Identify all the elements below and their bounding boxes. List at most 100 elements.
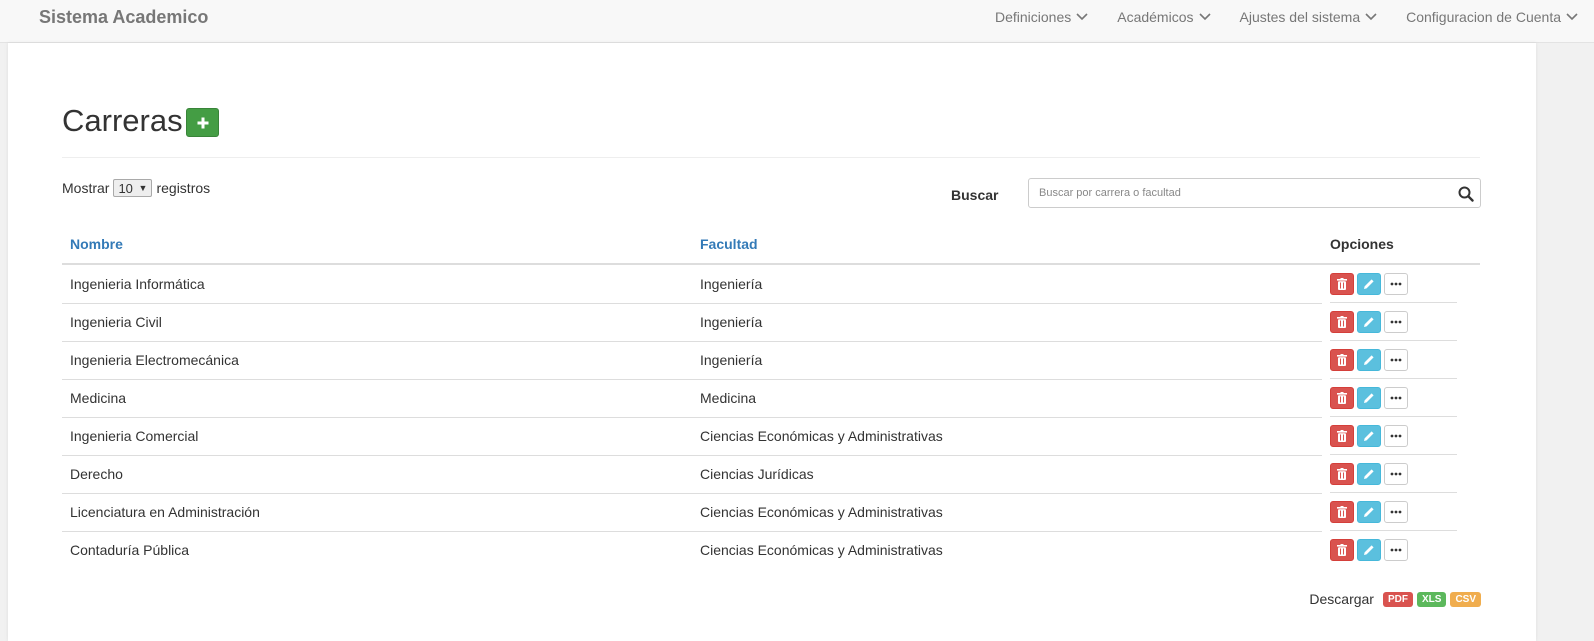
table-header-row: Nombre Facultad Opciones [62,225,1480,265]
page-length-select[interactable]: 10 ▼ [113,179,153,197]
trash-icon [1337,505,1347,518]
page-length-value: 10 [118,180,133,196]
delete-button[interactable] [1330,462,1354,485]
column-header-facultad[interactable]: Facultad [692,225,1322,265]
cell-opciones [1322,455,1480,493]
trash-icon [1337,429,1347,442]
app-brand[interactable]: Sistema Academico [39,7,208,28]
pencil-icon [1364,392,1374,403]
top-navbar: Sistema Academico Definiciones Académico… [0,0,1594,43]
page-length-control: Mostrar 10 ▼ registros [62,179,210,197]
plus-icon [197,117,208,128]
chevron-down-icon [1365,13,1377,21]
table-row: Ingenieria Civil Ingeniería [62,303,1480,342]
cell-nombre: Ingenieria Electromecánica [62,341,692,380]
trash-icon [1337,353,1347,366]
pencil-icon [1364,430,1374,441]
nav-item-academicos[interactable]: Académicos [1117,9,1211,25]
nav-item-label: Configuracion de Cuenta [1406,9,1561,25]
nav-item-label: Definiciones [994,9,1072,25]
cell-nombre: Derecho [62,455,692,494]
ellipsis-icon [1390,396,1402,399]
download-bar: Descargar PDF XLS CSV [1309,591,1481,607]
search-icon[interactable] [1458,186,1474,202]
more-options-button[interactable] [1384,424,1408,447]
nav-item-label: Académicos [1117,9,1194,25]
pencil-icon [1364,506,1374,517]
cell-nombre: Ingenieria Informática [62,264,692,304]
cell-opciones [1322,264,1480,303]
caret-down-icon: ▼ [138,183,148,193]
trash-icon [1337,315,1347,328]
cell-facultad: Ciencias Jurídicas [692,455,1322,494]
edit-button[interactable] [1357,348,1381,371]
ellipsis-icon [1390,358,1402,361]
pencil-icon [1364,278,1374,289]
more-options-button[interactable] [1384,539,1408,561]
cell-facultad: Ciencias Económicas y Administrativas [692,417,1322,456]
cell-facultad: Ingeniería [692,341,1322,380]
search-input[interactable] [1029,179,1449,207]
nav-item-configuracion-de-cuenta[interactable]: Configuracion de Cuenta [1406,9,1578,25]
ellipsis-icon [1390,510,1402,513]
pencil-icon [1364,354,1374,365]
edit-button[interactable] [1357,310,1381,333]
download-csv-button[interactable]: CSV [1450,591,1481,607]
edit-button[interactable] [1357,386,1381,409]
delete-button[interactable] [1330,348,1354,371]
cell-opciones [1322,531,1480,569]
page-title: Carreras [62,103,183,138]
cell-facultad: Ingeniería [692,303,1322,342]
delete-button[interactable] [1330,310,1354,333]
ellipsis-icon [1390,548,1402,552]
nav-item-ajustes-del-sistema[interactable]: Ajustes del sistema [1240,9,1378,25]
nav-menu: Definiciones Académicos Ajustes del sist… [966,9,1578,25]
more-options-button[interactable] [1384,272,1408,295]
column-header-nombre[interactable]: Nombre [62,225,692,265]
delete-button[interactable] [1330,539,1354,561]
table-row: Ingenieria Electromecánica Ingeniería [62,341,1480,380]
page-length-prefix: Mostrar [62,180,110,196]
ellipsis-icon [1390,282,1402,285]
search-box [1028,178,1481,208]
trash-icon [1337,544,1347,556]
cell-nombre: Ingenieria Civil [62,303,692,342]
cell-facultad: Ciencias Económicas y Administrativas [700,542,943,559]
search-label: Buscar [951,187,999,203]
more-options-button[interactable] [1384,462,1408,485]
page-length-suffix: registros [156,180,211,196]
edit-button[interactable] [1357,424,1381,447]
table-body: Ingenieria Informática Ingeniería Ingeni… [62,264,1480,569]
download-pdf-button[interactable]: PDF [1382,591,1413,607]
chevron-down-icon [1076,13,1088,21]
page-header: Carreras [62,101,1480,158]
table-row: Derecho Ciencias Jurídicas [62,455,1480,494]
trash-icon [1337,467,1347,480]
more-options-button[interactable] [1384,348,1408,371]
more-options-button[interactable] [1384,500,1408,523]
more-options-button[interactable] [1384,386,1408,409]
edit-button[interactable] [1357,500,1381,523]
cell-facultad: Medicina [692,379,1322,418]
edit-button[interactable] [1357,462,1381,485]
delete-button[interactable] [1330,386,1354,409]
content-panel: Carreras Mostrar 10 ▼ registros Buscar N… [8,43,1536,641]
cell-opciones [1322,417,1480,455]
edit-button[interactable] [1357,539,1381,561]
delete-button[interactable] [1330,424,1354,447]
table-row: Licenciatura en Administración Ciencias … [62,493,1480,532]
more-options-button[interactable] [1384,310,1408,333]
nav-item-definiciones[interactable]: Definiciones [995,9,1088,25]
trash-icon [1337,277,1347,290]
delete-button[interactable] [1330,500,1354,523]
cell-opciones [1322,379,1480,417]
download-xls-button[interactable]: XLS [1416,591,1447,607]
delete-button[interactable] [1330,272,1354,295]
edit-button[interactable] [1357,272,1381,295]
ellipsis-icon [1390,472,1402,475]
cell-nombre: Licenciatura en Administración [62,493,692,532]
table-row: Medicina Medicina [62,379,1480,418]
cell-facultad: Ingeniería [692,264,1322,304]
pencil-icon [1364,316,1374,327]
add-carrera-button[interactable] [186,108,219,137]
